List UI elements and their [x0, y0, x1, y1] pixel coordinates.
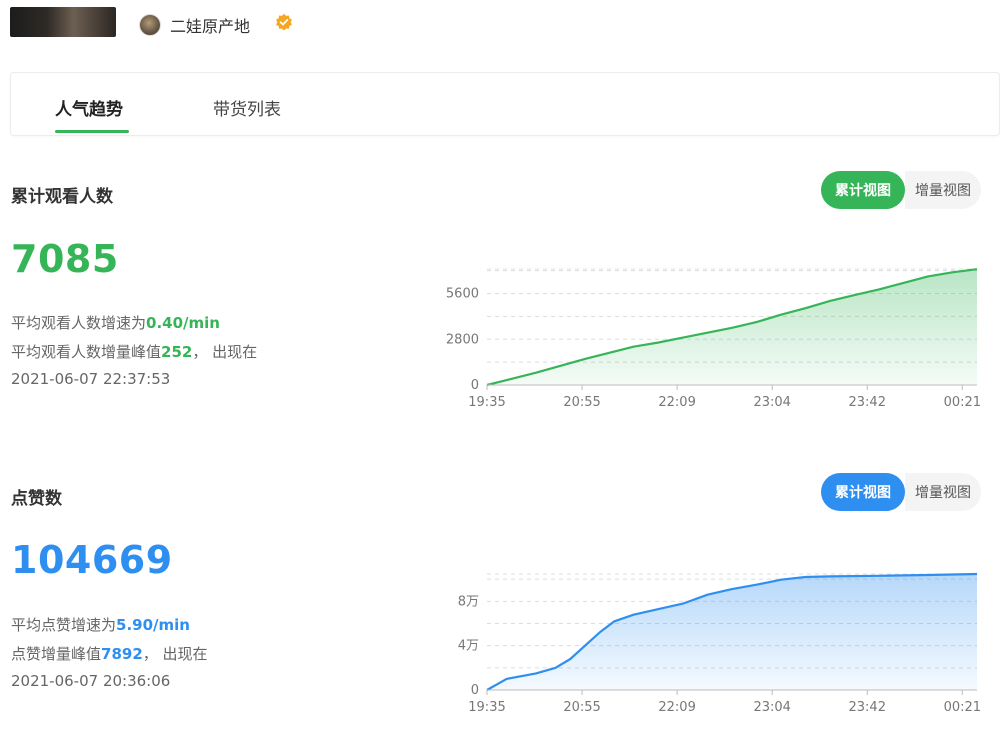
- viewers-section-title: 累计观看人数: [11, 187, 113, 207]
- account-name[interactable]: 二娃原产地: [170, 13, 250, 37]
- x-tick-label: 19:35: [468, 395, 505, 410]
- x-tick-label: 22:09: [658, 700, 695, 715]
- likes-avg-speed: 平均点赞增速为5.90/min: [11, 614, 190, 635]
- x-tick-label: 23:42: [849, 395, 886, 410]
- tab-bar: 人气趋势 带货列表: [10, 72, 1000, 136]
- y-tick-label: 0: [471, 378, 479, 393]
- viewers-trend-chart: 0 2800 5600 19:35 20:55 22:09 23:04 23:42 00:21: [446, 268, 981, 410]
- likes-peak-value: 7892: [101, 645, 143, 663]
- live-cover-thumbnail[interactable]: [10, 7, 116, 37]
- y-tick-label: 2800: [446, 332, 479, 347]
- likes-trend-chart: 0 4万 8万 19:35 20:55 22:09 23:04 23:42 00:21: [458, 572, 981, 715]
- likes-peak-time: 2021-06-07 20:36:06: [11, 672, 171, 690]
- live-header: 二娃原产地: [0, 0, 1000, 50]
- tab-product-list[interactable]: 带货列表: [213, 95, 281, 120]
- viewers-total: 7085: [11, 237, 119, 281]
- x-tick-label: 19:35: [468, 700, 505, 715]
- likes-peak: 点赞增量峰值7892， 出现在: [11, 643, 208, 664]
- avatar[interactable]: [139, 14, 161, 36]
- viewers-avg-speed-label: 平均观看人数增速为: [11, 314, 147, 332]
- viewers-cumulative-view-button[interactable]: 累计视图: [821, 171, 905, 209]
- viewers-peak-value: 252: [161, 343, 193, 361]
- y-tick-label: 5600: [446, 287, 479, 302]
- viewers-peak-suffix: ， 出现在: [192, 343, 258, 361]
- tab-popularity-trend[interactable]: 人气趋势: [55, 95, 123, 120]
- y-tick-label: 8万: [458, 594, 479, 609]
- likes-peak-label: 点赞增量峰值: [11, 645, 102, 663]
- active-tab-indicator: [55, 130, 129, 133]
- viewers-peak: 平均观看人数增量峰值252， 出现在: [11, 341, 257, 362]
- viewers-peak-time: 2021-06-07 22:37:53: [11, 370, 171, 388]
- x-tick-label: 22:09: [658, 395, 695, 410]
- likes-section-title: 点赞数: [11, 489, 62, 509]
- y-tick-label: 0: [471, 683, 479, 698]
- likes-avg-speed-label: 平均点赞增速为: [11, 616, 117, 634]
- x-tick-label: 23:42: [849, 700, 886, 715]
- x-tick-label: 23:04: [753, 700, 790, 715]
- y-tick-label: 4万: [458, 639, 479, 654]
- series-area: [487, 574, 977, 690]
- viewers-avg-speed: 平均观看人数增速为0.40/min: [11, 312, 220, 333]
- viewers-peak-label: 平均观看人数增量峰值: [11, 343, 162, 361]
- likes-incremental-view-button[interactable]: 增量视图: [905, 473, 981, 511]
- x-tick-label: 00:21: [944, 700, 981, 715]
- likes-total: 104669: [11, 538, 173, 582]
- x-tick-label: 20:55: [563, 395, 600, 410]
- x-tick-label: 23:04: [753, 395, 790, 410]
- viewers-view-toggle: 累计视图 增量视图: [821, 171, 981, 209]
- viewers-avg-speed-value: 0.40/min: [146, 314, 220, 332]
- x-tick-label: 00:21: [944, 395, 981, 410]
- likes-peak-suffix: ， 出现在: [142, 645, 208, 663]
- likes-avg-speed-value: 5.90/min: [116, 616, 190, 634]
- likes-cumulative-view-button[interactable]: 累计视图: [821, 473, 905, 511]
- viewers-incremental-view-button[interactable]: 增量视图: [905, 171, 981, 209]
- verified-badge-icon: [276, 13, 292, 31]
- likes-view-toggle: 累计视图 增量视图: [821, 473, 981, 511]
- x-tick-label: 20:55: [563, 700, 600, 715]
